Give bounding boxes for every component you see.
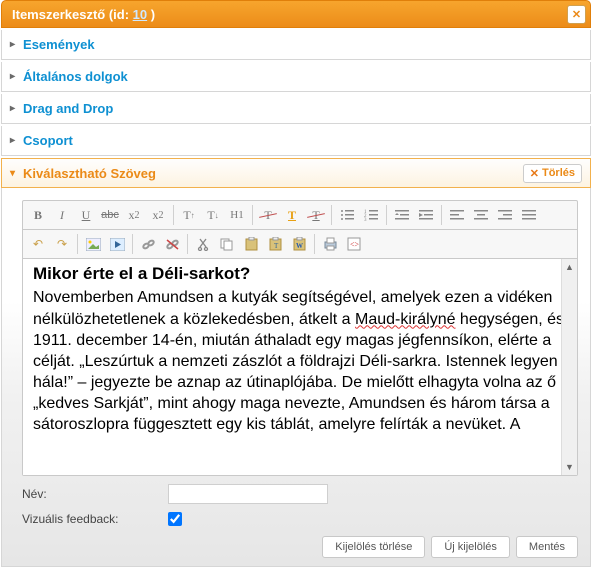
remove-format-icon[interactable]: T: [257, 204, 279, 226]
separator: [187, 234, 188, 254]
editor-toolbar-row2: ↶ ↷: [23, 230, 577, 259]
media-icon[interactable]: [106, 233, 128, 255]
chevron-down-icon: ▾: [10, 168, 15, 179]
visual-feedback-checkbox[interactable]: [168, 512, 182, 526]
section-label: Események: [23, 37, 95, 52]
underline-icon[interactable]: U: [75, 204, 97, 226]
delete-button[interactable]: ✕ Törlés: [523, 164, 582, 183]
print-icon[interactable]: [319, 233, 341, 255]
close-icon[interactable]: ✕: [567, 5, 586, 24]
dialog-title: Itemszerkesztő (id: 10 ): [12, 7, 155, 22]
content-heading: Mikor érte el a Déli-sarkot?: [33, 263, 567, 285]
strikethrough-icon[interactable]: abc: [99, 204, 121, 226]
scroll-down-icon[interactable]: ▼: [562, 459, 577, 475]
section-content: B I U abc x2 x2 T↑ T↓ H1 T T T 123: [1, 188, 591, 567]
editor-text-area[interactable]: Mikor érte el a Déli-sarkot? Novemberben…: [23, 259, 577, 475]
section-label: Általános dolgok: [23, 69, 128, 84]
visual-feedback-row: Vizuális feedback:: [22, 512, 578, 526]
image-icon[interactable]: [82, 233, 104, 255]
cut-icon[interactable]: [192, 233, 214, 255]
ordered-list-icon[interactable]: 123: [360, 204, 382, 226]
font-size-up-icon[interactable]: T↑: [178, 204, 200, 226]
dialog-header: Itemszerkesztő (id: 10 ) ✕: [1, 0, 591, 28]
link-icon[interactable]: [137, 233, 159, 255]
outdent-icon[interactable]: [391, 204, 413, 226]
section-selectable-text[interactable]: ▾ Kiválasztható Szöveg ✕ Törlés: [1, 158, 591, 188]
svg-text:3: 3: [364, 218, 367, 221]
section-events[interactable]: ▸ Események: [1, 30, 591, 60]
subscript-icon[interactable]: x2: [123, 204, 145, 226]
scroll-up-icon[interactable]: ▲: [562, 259, 577, 275]
copy-icon[interactable]: [216, 233, 238, 255]
chevron-right-icon: ▸: [10, 103, 15, 114]
dialog-id-link[interactable]: 10: [133, 7, 147, 22]
separator: [173, 205, 174, 225]
indent-icon[interactable]: [415, 204, 437, 226]
rich-text-editor: B I U abc x2 x2 T↑ T↓ H1 T T T 123: [22, 200, 578, 476]
content-body: Novemberben Amundsen a kutyák segítségév…: [33, 287, 567, 435]
section-general[interactable]: ▸ Általános dolgok: [1, 62, 591, 92]
clear-color-icon[interactable]: T: [305, 204, 327, 226]
heading1-icon[interactable]: H1: [226, 204, 248, 226]
section-label: Kiválasztható Szöveg: [23, 166, 156, 181]
svg-text:W: W: [296, 242, 303, 250]
align-center-icon[interactable]: [470, 204, 492, 226]
section-group[interactable]: ▸ Csoport: [1, 126, 591, 156]
chevron-right-icon: ▸: [10, 135, 15, 146]
chevron-right-icon: ▸: [10, 71, 15, 82]
visual-feedback-label: Vizuális feedback:: [22, 512, 162, 526]
italic-icon[interactable]: I: [51, 204, 73, 226]
unordered-list-icon[interactable]: [336, 204, 358, 226]
separator: [77, 234, 78, 254]
section-label: Csoport: [23, 133, 73, 148]
svg-text:<>: <>: [350, 240, 360, 249]
paste-icon[interactable]: [240, 233, 262, 255]
paste-word-icon[interactable]: W: [288, 233, 310, 255]
separator: [386, 205, 387, 225]
unlink-icon[interactable]: [161, 233, 183, 255]
chevron-right-icon: ▸: [10, 39, 15, 50]
undo-icon[interactable]: ↶: [27, 233, 49, 255]
align-right-icon[interactable]: [494, 204, 516, 226]
save-button[interactable]: Mentés: [516, 536, 578, 558]
name-input[interactable]: [168, 484, 328, 504]
editor-toolbar-row1: B I U abc x2 x2 T↑ T↓ H1 T T T 123: [23, 201, 577, 230]
bold-icon[interactable]: B: [27, 204, 49, 226]
text-color-icon[interactable]: T: [281, 204, 303, 226]
separator: [441, 205, 442, 225]
align-justify-icon[interactable]: [518, 204, 540, 226]
align-left-icon[interactable]: [446, 204, 468, 226]
scroll-track[interactable]: [562, 275, 577, 459]
font-size-down-icon[interactable]: T↓: [202, 204, 224, 226]
x-icon: ✕: [530, 167, 539, 180]
redo-icon[interactable]: ↷: [51, 233, 73, 255]
separator: [132, 234, 133, 254]
source-icon[interactable]: <>: [343, 233, 365, 255]
new-selection-button[interactable]: Új kijelölés: [431, 536, 510, 558]
name-row: Név:: [22, 484, 578, 504]
paste-text-icon[interactable]: T: [264, 233, 286, 255]
separator: [331, 205, 332, 225]
separator: [252, 205, 253, 225]
scrollbar[interactable]: ▲ ▼: [561, 259, 577, 475]
svg-text:T: T: [274, 242, 279, 250]
section-drag-and-drop[interactable]: ▸ Drag and Drop: [1, 94, 591, 124]
clear-selection-button[interactable]: Kijelölés törlése: [322, 536, 425, 558]
superscript-icon[interactable]: x2: [147, 204, 169, 226]
button-bar: Kijelölés törlése Új kijelölés Mentés: [22, 536, 578, 558]
separator: [314, 234, 315, 254]
section-label: Drag and Drop: [23, 101, 113, 116]
name-label: Név:: [22, 487, 162, 501]
